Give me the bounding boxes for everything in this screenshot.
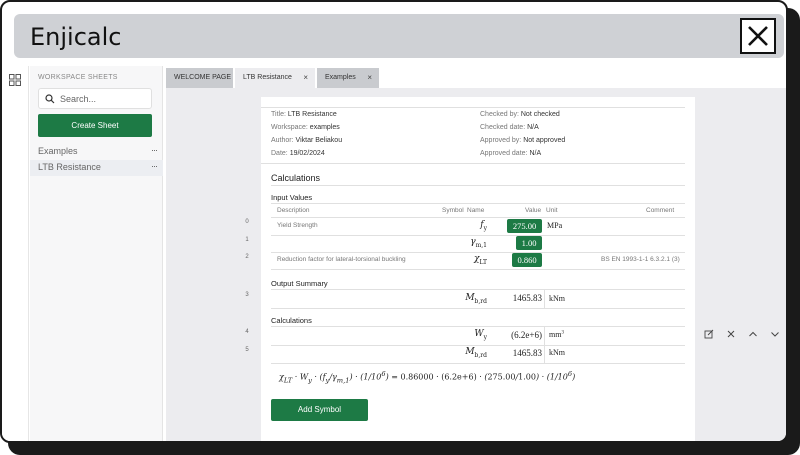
tab-label: LTB Resistance	[243, 74, 292, 81]
sidebar-heading: WORKSPACE SHEETS	[38, 74, 118, 81]
divider	[271, 289, 685, 290]
row-number: 5	[245, 347, 249, 353]
divider	[261, 163, 685, 164]
meta-workspace: Workspace: examples	[271, 124, 340, 131]
column-unit: Unit	[546, 207, 558, 214]
search-placeholder: Search...	[60, 94, 97, 104]
title-bar: Enjicalc	[14, 14, 784, 58]
value-input[interactable]: 275.00	[507, 219, 542, 233]
grid-icon[interactable]	[9, 74, 21, 86]
input-values-title: Input Values	[271, 193, 313, 202]
row-number: 2	[245, 254, 249, 260]
column-name: Name	[467, 207, 485, 214]
calculations-subtitle: Calculations	[271, 316, 312, 325]
input-description: Yield Strength	[277, 222, 318, 229]
output-value: 1465.83	[512, 293, 542, 303]
tab-examples[interactable]: Examples ×	[317, 68, 379, 88]
tab-label: Examples	[325, 74, 356, 81]
chevron-up-icon[interactable]	[748, 326, 760, 338]
sidebar-item-label: LTB Resistance	[38, 162, 101, 172]
output-symbol: Mb,rd	[465, 293, 487, 305]
close-button[interactable]	[740, 18, 776, 54]
meta-checked-by: Checked by: Not checked	[480, 111, 560, 118]
divider	[271, 185, 685, 186]
app-title: Enjicalc	[30, 23, 122, 51]
tab-welcome-page[interactable]: WELCOME PAGE	[166, 68, 233, 88]
edit-icon[interactable]	[704, 326, 716, 339]
output-summary-title: Output Summary	[271, 279, 328, 288]
calculations-title: Calculations	[271, 173, 321, 183]
row-number: 1	[245, 237, 249, 243]
app-window: Enjicalc WORKSPACE SHEETS Search... Crea…	[0, 0, 788, 443]
divider	[271, 326, 685, 327]
tab-label: WELCOME PAGE	[174, 74, 232, 81]
close-tab-icon[interactable]: ×	[367, 68, 372, 88]
calculation-formula: χLT · Wy · (fy/γm,1) · (1/106) = 0.86000…	[279, 370, 576, 385]
divider	[544, 289, 545, 308]
workspace-sidebar: WORKSPACE SHEETS Search... Create Sheet …	[30, 66, 163, 441]
search-input[interactable]: Search...	[38, 88, 152, 109]
calculation-sheet: Title: LTB Resistance Workspace: example…	[261, 97, 695, 441]
meta-checked-date: Checked date: N/A	[480, 124, 539, 131]
meta-approved-date: Approved date: N/A	[480, 150, 542, 157]
calc-unit: mm3	[549, 330, 564, 339]
meta-title: Title: LTB Resistance	[271, 111, 337, 118]
sidebar-item-ltb-resistance[interactable]: LTB Resistance ···	[30, 160, 163, 176]
divider	[261, 107, 685, 108]
row-number: 0	[245, 219, 249, 225]
meta-approved-by: Approved by: Not approved	[480, 137, 566, 144]
divider	[271, 345, 685, 346]
meta-date: Date: 19/02/2024	[271, 150, 325, 157]
more-icon[interactable]: ···	[151, 145, 158, 155]
more-icon[interactable]: ···	[151, 161, 158, 171]
divider	[544, 326, 545, 345]
add-symbol-button[interactable]: Add Symbol	[271, 399, 368, 421]
divider	[271, 235, 685, 236]
tab-ltb-resistance[interactable]: LTB Resistance ×	[235, 68, 315, 88]
chevron-down-icon[interactable]	[770, 326, 782, 338]
output-unit: kNm	[549, 294, 565, 303]
input-symbol: fy	[480, 220, 487, 232]
create-sheet-button[interactable]: Create Sheet	[38, 114, 152, 137]
divider	[271, 252, 685, 253]
left-rail	[2, 66, 29, 441]
calc-value: (6.2e+6)	[511, 330, 542, 340]
value-input[interactable]: 1.00	[516, 236, 542, 250]
calc-symbol: Wy	[474, 329, 487, 341]
calc-symbol: Mb,rd	[465, 347, 487, 359]
close-tab-icon[interactable]: ×	[303, 68, 308, 88]
divider	[271, 203, 685, 204]
column-description: Description	[277, 207, 310, 214]
calc-unit: kNm	[549, 348, 565, 357]
input-unit: MPa	[547, 221, 563, 230]
column-comment: Comment	[646, 207, 675, 214]
input-symbol: γm,1	[470, 237, 487, 249]
column-symbol: Symbol	[442, 207, 464, 214]
row-number: 4	[245, 329, 249, 335]
divider	[271, 217, 685, 218]
divider	[271, 269, 685, 270]
divider	[271, 363, 685, 364]
sidebar-item-examples[interactable]: Examples ···	[30, 144, 163, 160]
content-area: Title: LTB Resistance Workspace: example…	[166, 88, 786, 441]
meta-author: Author: Viktar Beliakou	[271, 137, 343, 144]
sidebar-item-label: Examples	[38, 146, 78, 156]
input-description: Reduction factor for lateral-torsional b…	[277, 256, 406, 263]
close-icon	[748, 26, 768, 46]
tab-bar: WELCOME PAGE LTB Resistance × Examples ×	[166, 68, 786, 88]
column-value: Value	[525, 207, 542, 214]
divider	[544, 345, 545, 363]
search-icon	[45, 94, 55, 104]
row-number: 3	[245, 292, 249, 298]
delete-icon[interactable]	[726, 326, 738, 338]
calc-value: 1465.83	[512, 348, 542, 358]
value-input[interactable]: 0.860	[512, 253, 542, 267]
divider	[271, 308, 685, 309]
input-comment: BS EN 1993-1-1 6.3.2.1 (3)	[601, 256, 680, 263]
input-symbol: χLT	[474, 254, 487, 266]
